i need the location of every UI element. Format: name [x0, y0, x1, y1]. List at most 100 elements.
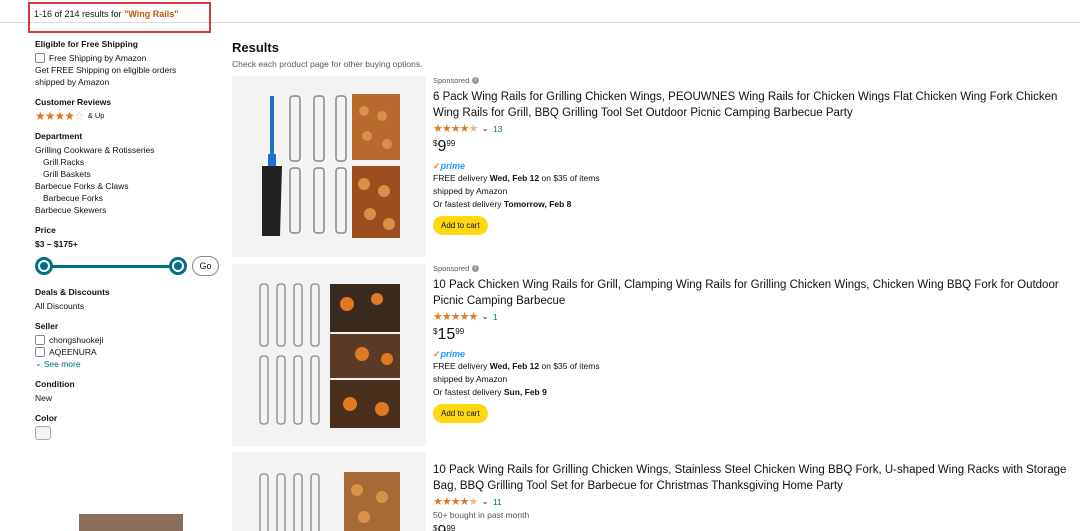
product-title[interactable]: 6 Pack Wing Rails for Grilling Chicken W… [433, 89, 1073, 121]
free-shipping-note: Get FREE Shipping on eligible orders shi… [35, 65, 177, 87]
seller-label: AQEENURA [49, 347, 97, 357]
star-rating-icon: ★★★★★ [433, 123, 478, 135]
price-min-handle[interactable] [35, 257, 53, 275]
condition-filter: Condition New [35, 378, 225, 404]
product-title[interactable]: 10 Pack Wing Rails for Grilling Chicken … [433, 462, 1073, 494]
product-card: Sponsored i 6 Pack Wing Rails for Grilli… [232, 76, 1080, 260]
fastest-date: Sun, Feb 9 [503, 387, 547, 397]
review-count[interactable]: 11 [493, 497, 502, 507]
review-count[interactable]: 13 [493, 124, 502, 134]
department-link[interactable]: Grill Baskets [35, 168, 225, 180]
department-link[interactable]: Grilling Cookware & Rotisseries [35, 144, 225, 156]
all-discounts-link[interactable]: All Discounts [35, 300, 225, 312]
star-rating-icon: ★★★★☆ [35, 109, 85, 123]
fastest-delivery: Or fastest delivery Sun, Feb 9 [433, 386, 1073, 399]
add-to-cart-button[interactable]: Add to cart [433, 216, 488, 235]
product-info: Sponsored i 10 Pack Chicken Wing Rails f… [433, 264, 1073, 423]
product-info: 10 Pack Wing Rails for Grilling Chicken … [433, 458, 1073, 531]
seller-option[interactable]: chongshuokeji [35, 334, 225, 346]
seller-option[interactable]: AQEENURA [35, 346, 225, 358]
fastest-date: Tomorrow, Feb 8 [503, 199, 572, 209]
bought-count: 50+ bought in past month [433, 510, 530, 520]
delivery-date: Wed, Feb 12 [489, 361, 540, 371]
product-rating[interactable]: ★★★★★ ⌄ 1 [433, 310, 1073, 323]
delivery-date: Wed, Feb 12 [489, 173, 540, 183]
department-link[interactable]: Barbecue Skewers [35, 204, 225, 216]
delivery-suffix: on $35 of items [539, 361, 600, 371]
wing-rails-illustration [259, 472, 400, 531]
department-link[interactable]: Barbecue Forks [35, 192, 225, 204]
prime-label: prime [440, 161, 466, 171]
color-swatch[interactable] [35, 426, 51, 440]
results-count-text: 1-16 of 214 results for [34, 9, 125, 19]
price-whole: 9 [437, 138, 447, 155]
product-image[interactable] [232, 264, 426, 446]
price-heading: Price [35, 225, 56, 235]
info-icon[interactable]: i [472, 77, 480, 84]
condition-new-link[interactable]: New [35, 392, 225, 404]
deals-heading: Deals & Discounts [35, 287, 110, 297]
sponsored-text: Sponsored [433, 76, 470, 85]
product-image[interactable] [232, 452, 426, 531]
fastest-prefix: Or fastest delivery [433, 199, 504, 209]
delivery-prefix: FREE delivery [433, 173, 490, 183]
four-stars-up-link[interactable]: ★★★★☆ & Up [35, 110, 225, 122]
price-range: $3 – $175+ [35, 239, 78, 249]
department-heading: Department [35, 131, 83, 141]
prime-check-icon: ✓ [433, 161, 441, 171]
free-shipping-option[interactable]: Free Shipping by Amazon [35, 52, 225, 64]
info-icon[interactable]: i [472, 265, 480, 272]
shipping-filter: Eligible for Free Shipping Free Shipping… [35, 38, 225, 88]
price-cents: 99 [446, 524, 456, 531]
price-go-button[interactable]: Go [192, 256, 219, 276]
shipping-heading: Eligible for Free Shipping [35, 39, 138, 49]
price-slider[interactable]: Go [35, 256, 225, 278]
product-rating[interactable]: ★★★★★ ⌄ 13 [433, 122, 1073, 135]
see-more-label: See more [43, 359, 81, 369]
shipped-by: shipped by Amazon [433, 374, 508, 384]
product-rating[interactable]: ★★★★★ ⌄ 11 [433, 495, 1073, 508]
sidebar-ad-image[interactable] [79, 514, 183, 531]
prime-badge: ✓prime [433, 349, 1073, 360]
sponsored-label: Sponsored i [433, 76, 1073, 85]
product-title[interactable]: 10 Pack Chicken Wing Rails for Grill, Cl… [433, 277, 1073, 309]
prime-check-icon: ✓ [433, 349, 441, 359]
results-subtitle: Check each product page for other buying… [232, 59, 423, 69]
chevron-down-icon: ⌄ [481, 311, 489, 321]
price-slider-track [43, 265, 178, 268]
add-to-cart-button[interactable]: Add to cart [433, 404, 488, 423]
free-shipping-checkbox[interactable] [35, 53, 45, 63]
sponsored-label: Sponsored i [433, 264, 1073, 273]
seller-heading: Seller [35, 321, 59, 331]
search-keyword: "Wing Rails" [124, 9, 179, 19]
delivery-prefix: FREE delivery [433, 361, 490, 371]
product-price: $999 [433, 524, 1073, 531]
fastest-delivery: Or fastest delivery Tomorrow, Feb 8 [433, 198, 1073, 211]
review-count[interactable]: 1 [493, 312, 498, 322]
delivery-info: FREE delivery Wed, Feb 12 on $35 of item… [433, 172, 1073, 185]
product-price: $15 99 [433, 327, 1073, 343]
seller-checkbox[interactable] [35, 335, 45, 345]
product-image[interactable] [232, 76, 426, 257]
product-card: 10 Pack Wing Rails for Grilling Chicken … [232, 452, 1080, 531]
star-rating-icon: ★★★★★ [433, 496, 478, 508]
delivery-suffix: on $35 of items [539, 173, 600, 183]
chevron-down-icon: ⌄ [481, 496, 489, 506]
color-heading: Color [35, 413, 58, 423]
product-card: Sponsored i 10 Pack Chicken Wing Rails f… [232, 264, 1080, 448]
price-max-handle[interactable] [169, 257, 187, 275]
prime-label: prime [440, 349, 466, 359]
price-whole: 9 [437, 524, 446, 531]
price-cents: 99 [455, 327, 465, 336]
product-price: $999 [433, 139, 1073, 155]
department-link[interactable]: Grill Racks [35, 156, 225, 168]
see-more-sellers-link[interactable]: ⌄ See more [35, 358, 225, 370]
department-link[interactable]: Barbecue Forks & Claws [35, 180, 225, 192]
filter-sidebar: Eligible for Free Shipping Free Shipping… [35, 38, 225, 448]
results-count: 1-16 of 214 results for "Wing Rails" [28, 2, 211, 33]
wing-rails-illustration [262, 94, 400, 238]
price-filter: Price $3 – $175+ Go [35, 224, 225, 278]
wing-rails-illustration [259, 283, 400, 428]
sponsored-text: Sponsored [433, 264, 470, 273]
seller-checkbox[interactable] [35, 347, 45, 357]
